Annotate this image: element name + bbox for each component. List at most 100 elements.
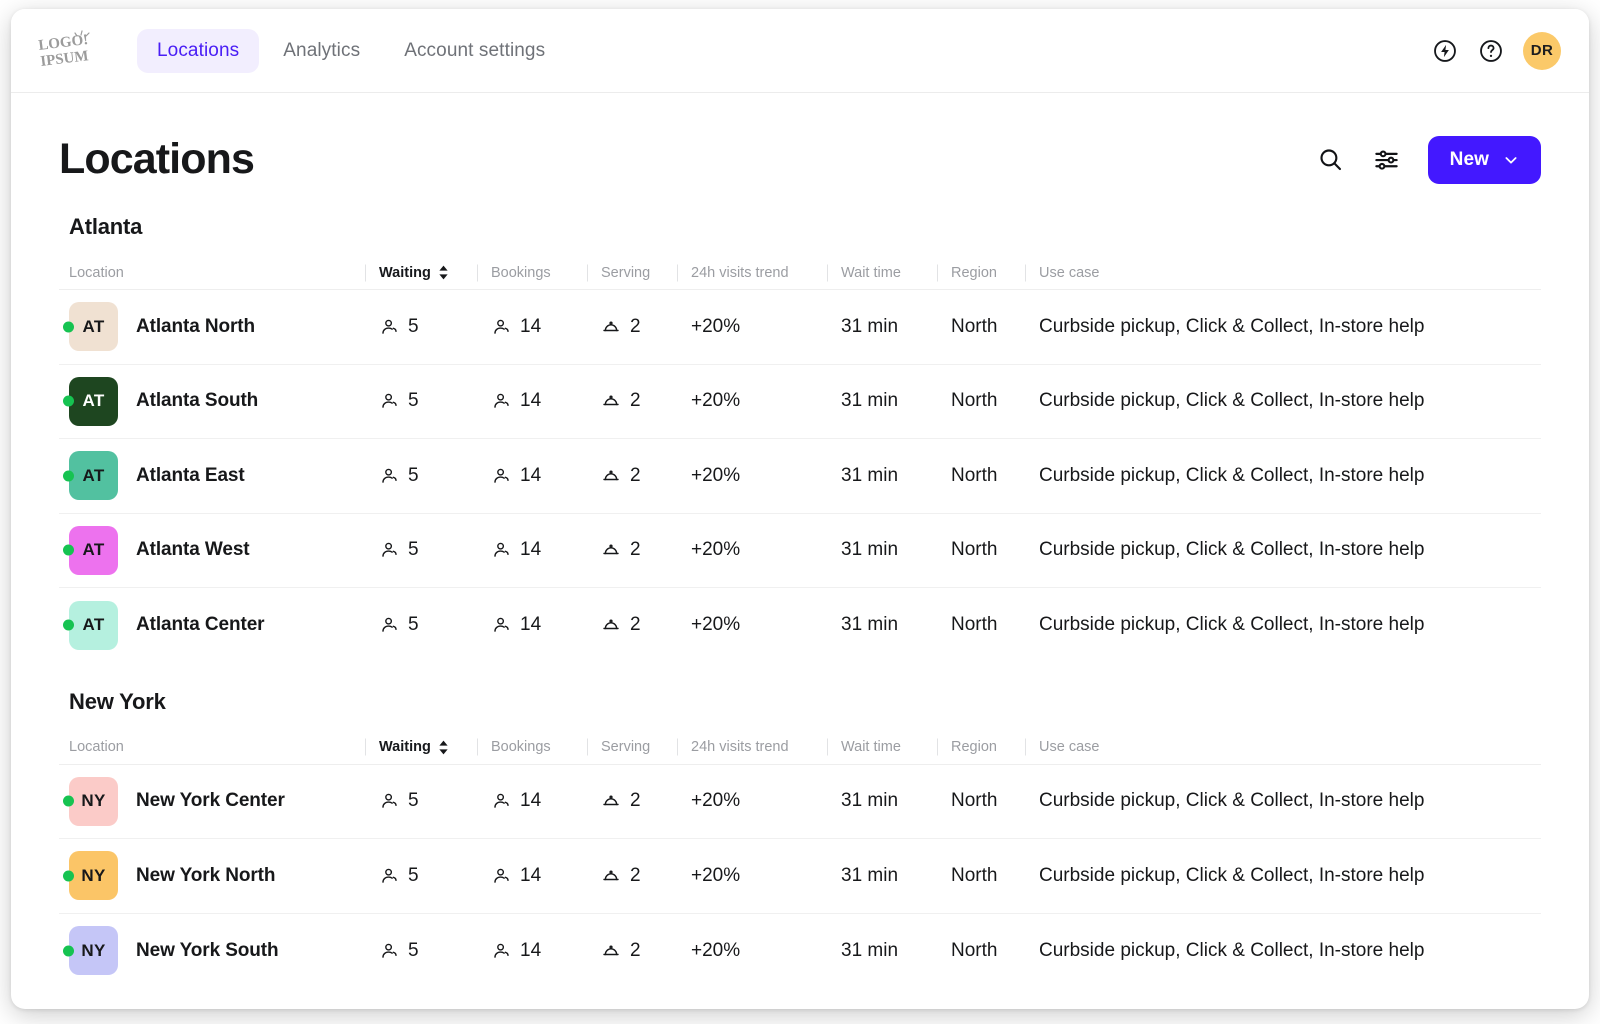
- column-header-waiting[interactable]: Waiting: [379, 739, 491, 755]
- location-avatar: AT: [63, 451, 118, 501]
- cell-region: North: [951, 315, 998, 337]
- bolt-icon[interactable]: [1431, 37, 1459, 65]
- page-title: Locations: [59, 135, 255, 183]
- cell-region: North: [951, 864, 998, 886]
- tab-locations[interactable]: Locations: [137, 28, 260, 73]
- serving-value: 2: [630, 539, 641, 561]
- column-header-wait_time: Wait time: [841, 739, 951, 755]
- cell-waiting: 5: [379, 940, 491, 962]
- table-row[interactable]: AT Atlanta South 5 14 2 +20% 31 min Nort…: [59, 365, 1541, 439]
- location-initials: AT: [82, 615, 105, 635]
- column-header-trend-label: 24h visits trend: [691, 264, 789, 281]
- location-initials: AT: [82, 316, 105, 336]
- table-row[interactable]: AT Atlanta East 5 14 2 +20% 31 min North…: [59, 439, 1541, 514]
- avatar-initials: DR: [1530, 42, 1554, 59]
- cell-serving: 2: [601, 865, 691, 887]
- filter-sliders-icon[interactable]: [1372, 145, 1402, 175]
- tab-account-settings[interactable]: Account settings: [384, 29, 565, 73]
- table-row[interactable]: NY New York Center 5 14 2 +20% 31 min No…: [59, 765, 1541, 839]
- location-initials-badge: NY: [69, 851, 118, 901]
- cell-wait-time: 31 min: [841, 315, 899, 337]
- location-initials: NY: [81, 791, 106, 811]
- person-icon: [491, 866, 511, 886]
- cell-use-case: Curbside pickup, Click & Collect, In-sto…: [1039, 790, 1425, 812]
- waiting-value: 5: [408, 790, 419, 812]
- column-header-bookings-label: Bookings: [491, 739, 551, 755]
- location-name: New York South: [136, 939, 279, 961]
- status-dot-online: [63, 945, 74, 957]
- location-initials-badge: AT: [69, 376, 118, 426]
- bookings-value: 14: [520, 464, 542, 486]
- cell-wait-time: 31 min: [841, 464, 899, 486]
- serving-value: 2: [630, 614, 641, 636]
- table-header-row: Location Waiting Bookings Serving 24h vi…: [59, 256, 1541, 290]
- column-header-wait_time-label: Wait time: [841, 739, 901, 755]
- cell-waiting: 5: [379, 539, 491, 561]
- tab-analytics[interactable]: Analytics: [263, 29, 380, 73]
- cell-use-case: Curbside pickup, Click & Collect, In-sto…: [1039, 614, 1425, 636]
- column-header-trend: 24h visits trend: [691, 739, 841, 755]
- cell-trend: +20%: [691, 390, 741, 412]
- table-row[interactable]: NY New York South 5 14 2 +20% 31 min Nor…: [59, 914, 1541, 989]
- location-avatar: NY: [63, 851, 118, 901]
- cell-serving: 2: [601, 465, 691, 487]
- cell-region: North: [951, 939, 998, 961]
- cell-location: NY New York North: [59, 851, 379, 901]
- person-icon: [379, 941, 399, 961]
- app-window: LOGO! IPSUM Locations Analytics Account …: [11, 9, 1589, 1009]
- person-icon: [491, 941, 511, 961]
- sort-indicator-icon[interactable]: [438, 740, 449, 755]
- cloche-icon: [601, 866, 621, 886]
- waiting-value: 5: [408, 390, 419, 412]
- cell-bookings: 14: [491, 390, 601, 412]
- location-initials: AT: [82, 465, 105, 485]
- cell-use-case: Curbside pickup, Click & Collect, In-sto…: [1039, 464, 1425, 486]
- status-dot-online: [63, 544, 74, 556]
- cell-region: North: [951, 464, 998, 486]
- help-icon[interactable]: [1477, 37, 1505, 65]
- cell-serving: 2: [601, 539, 691, 561]
- bookings-value: 14: [520, 390, 542, 412]
- cell-region: North: [951, 614, 998, 636]
- cell-serving: 2: [601, 316, 691, 338]
- avatar[interactable]: DR: [1523, 31, 1561, 70]
- cell-trend: +20%: [691, 790, 741, 812]
- brand-logo[interactable]: LOGO! IPSUM: [35, 28, 109, 74]
- cell-wait-time: 31 min: [841, 864, 899, 886]
- column-header-waiting[interactable]: Waiting: [379, 265, 491, 281]
- sort-indicator-icon[interactable]: [438, 265, 449, 280]
- cell-bookings: 14: [491, 790, 601, 812]
- locations-table: Location Waiting Bookings Serving 24h vi…: [59, 731, 1541, 989]
- table-row[interactable]: AT Atlanta West 5 14 2 +20% 31 min North…: [59, 514, 1541, 588]
- cell-bookings: 14: [491, 539, 601, 561]
- location-name: New York North: [136, 864, 276, 886]
- cell-bookings: 14: [491, 316, 601, 338]
- column-header-location-label: Location: [69, 739, 124, 755]
- section-title: Atlanta: [69, 214, 143, 239]
- table-row[interactable]: NY New York North 5 14 2 +20% 31 min Nor…: [59, 839, 1541, 914]
- status-dot-online: [63, 395, 74, 407]
- person-icon: [379, 615, 399, 635]
- waiting-value: 5: [408, 864, 419, 886]
- cell-wait-time: 31 min: [841, 390, 899, 412]
- column-header-use_case-label: Use case: [1039, 264, 1100, 281]
- new-button[interactable]: New: [1427, 135, 1541, 184]
- cell-location: NY New York Center: [59, 776, 379, 826]
- search-icon[interactable]: [1316, 145, 1346, 175]
- table-row[interactable]: AT Atlanta Center 5 14 2 +20% 31 min Nor…: [59, 588, 1541, 663]
- cell-bookings: 14: [491, 465, 601, 487]
- location-initials-badge: NY: [69, 776, 118, 826]
- page-header: Locations New: [59, 93, 1541, 194]
- location-initials: AT: [82, 391, 105, 411]
- cell-trend: +20%: [691, 939, 741, 961]
- cell-trend: +20%: [691, 464, 741, 486]
- logo-ipsum-icon: LOGO! IPSUM: [38, 29, 90, 69]
- table-row[interactable]: AT Atlanta North 5 14 2 +20% 31 min Nort…: [59, 290, 1541, 365]
- locations-sections: Atlanta Location Waiting Bookings Servin…: [59, 214, 1541, 988]
- column-header-waiting-label: Waiting: [379, 264, 431, 281]
- location-initials-badge: AT: [69, 451, 118, 501]
- column-header-bookings: Bookings: [491, 739, 601, 755]
- location-initials-badge: AT: [69, 525, 118, 575]
- serving-value: 2: [630, 315, 641, 337]
- page-header-actions: New: [1316, 135, 1541, 184]
